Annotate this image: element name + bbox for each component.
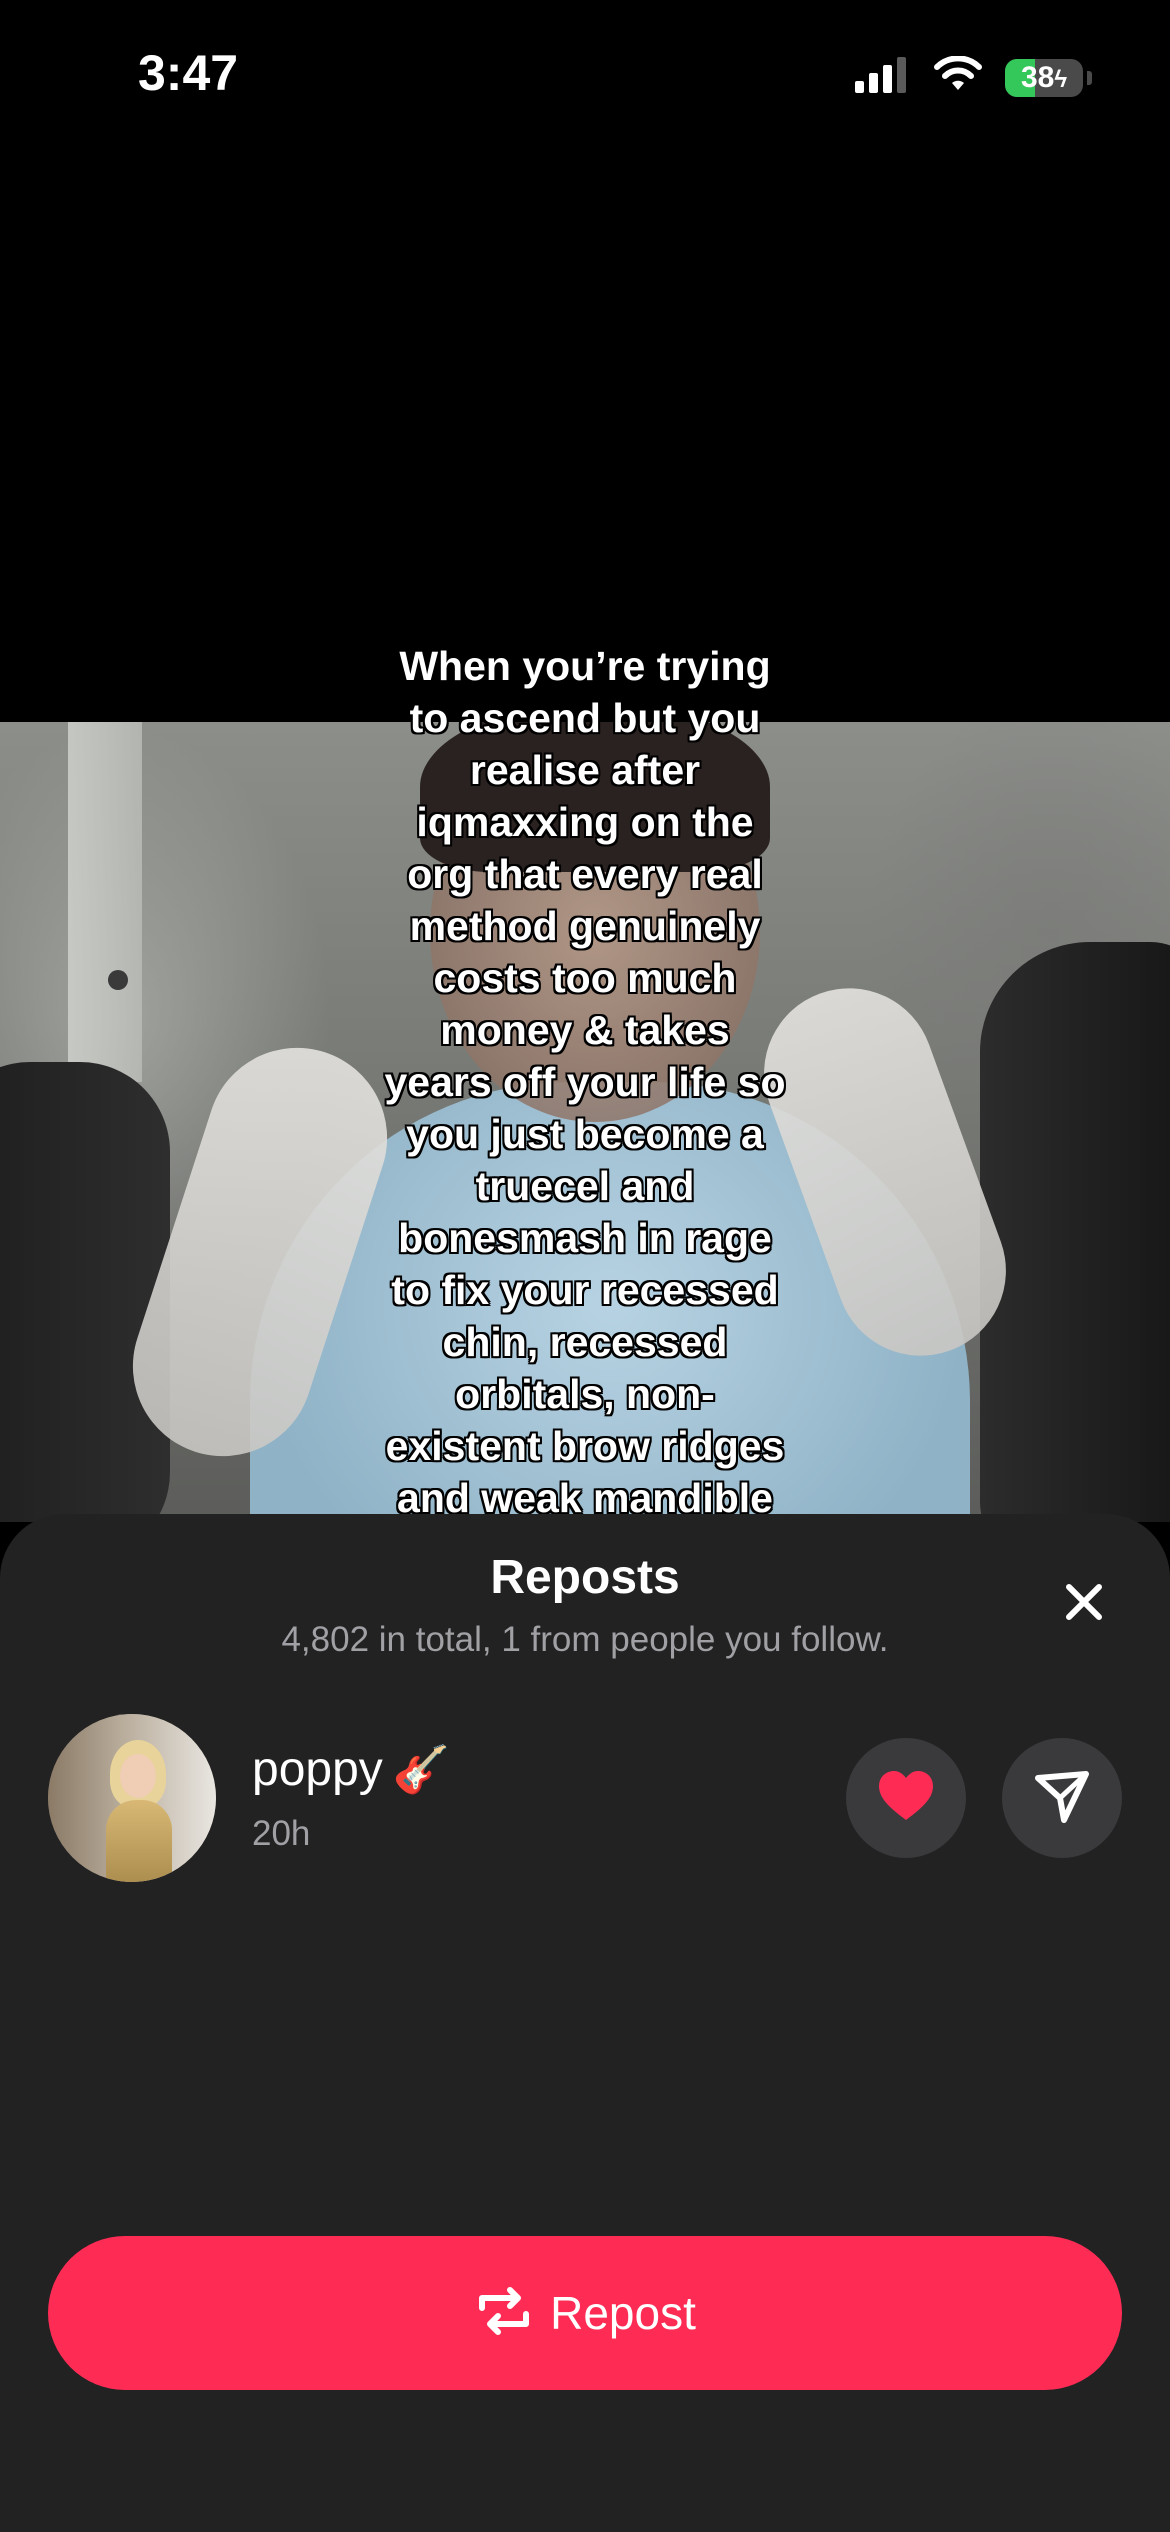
video-door-knob [108,970,128,990]
status-bar: 3:47 38ϟ [0,0,1170,150]
battery-percent: 38 [1020,60,1055,94]
sheet-title: Reposts [490,1551,680,1604]
avatar[interactable] [48,1714,216,1882]
app-screen: 3:47 38ϟ When you’re trying to ascend bu… [0,0,1170,2532]
bolt-icon: ϟ [1054,65,1068,93]
battery-indicator: 38ϟ [1005,58,1083,97]
send-icon [1034,1768,1090,1829]
video-caption: When you’re trying to ascend but you rea… [384,643,786,1521]
sheet-subtitle: 4,802 in total, 1 from people you follow… [281,1620,889,1659]
repost-time: 20h [252,1814,311,1853]
username-text: poppy [252,1743,383,1796]
video-chair-left [0,1062,170,1522]
like-button[interactable] [846,1738,966,1858]
status-icons: 38ϟ [855,55,1092,99]
cellular-signal-icon [855,57,911,98]
close-icon [1064,1582,1104,1627]
video-chair-right [980,942,1170,1522]
list-item[interactable]: poppy 🎸 20h [48,1714,1122,1884]
repost-icon [474,2286,534,2341]
heart-icon [877,1770,935,1827]
close-button[interactable] [1054,1574,1114,1634]
reposts-sheet: Reposts 4,802 in total, 1 from people yo… [0,1514,1170,2532]
repost-button[interactable]: Repost [48,2236,1122,2390]
username[interactable]: poppy 🎸 [252,1742,450,1797]
video-door-frame [68,722,142,1082]
repost-button-label: Repost [550,2287,696,2339]
status-time: 3:47 [138,45,239,101]
battery-cap [1087,70,1092,85]
guitar-emoji-icon: 🎸 [392,1742,451,1796]
send-button[interactable] [1002,1738,1122,1858]
wifi-icon [933,55,983,99]
